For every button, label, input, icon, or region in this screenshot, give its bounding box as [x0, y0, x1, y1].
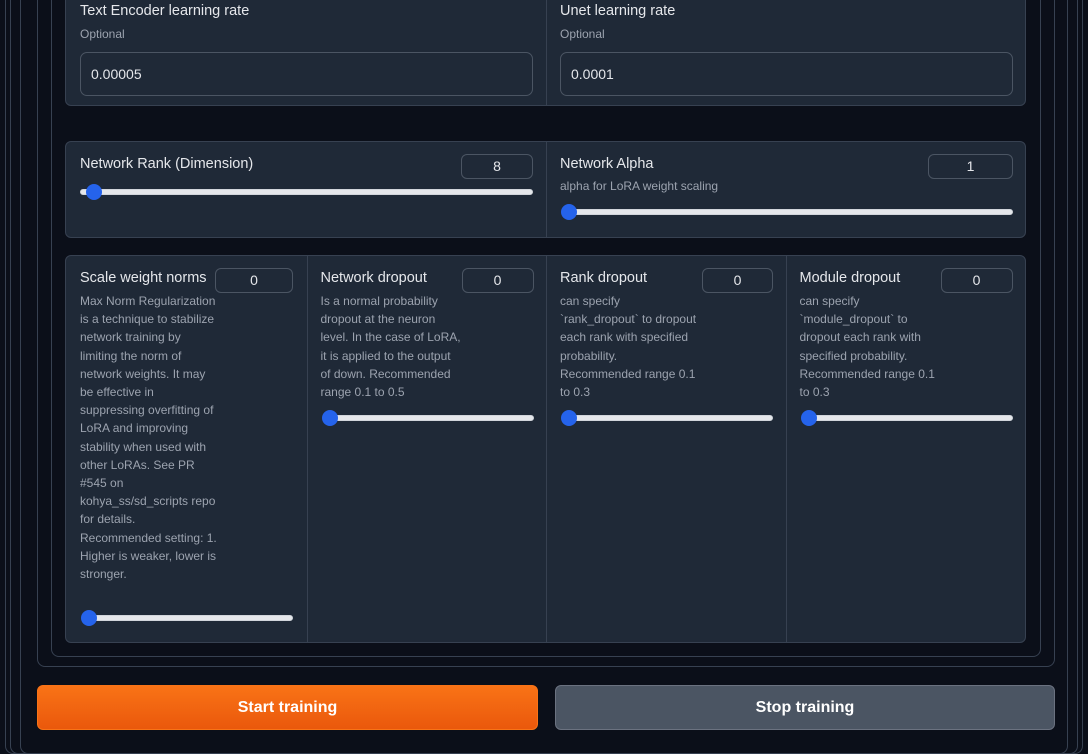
slider-thumb[interactable]: [561, 410, 577, 426]
scale-weight-norms-number-input[interactable]: 0: [215, 268, 293, 293]
module-dropout-field: Module dropout 0 can specify `module_dro…: [785, 256, 1026, 642]
network-dropout-number-input[interactable]: 0: [461, 268, 534, 293]
network-alpha-field: Network Alpha alpha for LoRA weight scal…: [546, 142, 1025, 237]
module-dropout-number-input[interactable]: 0: [940, 268, 1013, 293]
slider-thumb[interactable]: [800, 410, 817, 426]
network-alpha-slider[interactable]: [561, 204, 1013, 220]
network-dropout-label: Network dropout: [320, 270, 427, 286]
network-rank-field: Network Rank (Dimension) 8: [66, 142, 546, 237]
network-panel: Network Rank (Dimension) 8 Network Alpha…: [65, 141, 1026, 238]
learning-rate-panel: Text Encoder learning rate Optional 0.00…: [65, 0, 1026, 106]
text-encoder-lr-field: Text Encoder learning rate Optional 0.00…: [66, 0, 546, 105]
network-dropout-slider[interactable]: [321, 410, 534, 426]
start-training-button[interactable]: Start training: [37, 685, 538, 730]
rank-dropout-slider[interactable]: [561, 410, 773, 426]
slider-thumb[interactable]: [81, 610, 97, 626]
network-dropout-field: Network dropout 0 Is a normal probabilit…: [306, 256, 547, 642]
network-alpha-label: Network Alpha: [560, 156, 654, 172]
slider-thumb[interactable]: [321, 410, 338, 426]
rank-dropout-info: can specify `rank_dropout` to dropout ea…: [560, 294, 697, 400]
unet-lr-field: Unet learning rate Optional 0.0001: [546, 0, 1025, 105]
module-dropout-slider[interactable]: [800, 410, 1013, 426]
network-dropout-info: Is a normal probability dropout at the n…: [320, 294, 461, 400]
slider-thumb[interactable]: [561, 204, 577, 220]
rank-dropout-number-input[interactable]: 0: [702, 268, 773, 293]
unet-lr-input[interactable]: 0.0001: [560, 52, 1013, 96]
scale-weight-norms-slider[interactable]: [81, 610, 293, 626]
dropout-panel: Scale weight norms 0 Max Norm Regulariza…: [65, 255, 1026, 643]
text-encoder-lr-input[interactable]: 0.00005: [80, 52, 533, 96]
rank-dropout-label: Rank dropout: [560, 270, 648, 286]
network-alpha-number-input[interactable]: 1: [928, 154, 1013, 179]
network-rank-number-input[interactable]: 8: [461, 154, 533, 179]
scale-weight-norms-info: Max Norm Regularization is a technique t…: [80, 294, 217, 582]
stop-training-button[interactable]: Stop training: [555, 685, 1055, 730]
network-alpha-info: alpha for LoRA weight scaling: [560, 179, 719, 193]
text-encoder-lr-info: Optional: [80, 27, 125, 41]
network-rank-label: Network Rank (Dimension): [80, 156, 254, 172]
network-rank-slider[interactable]: [80, 184, 533, 200]
text-encoder-lr-label: Text Encoder learning rate: [80, 3, 250, 19]
slider-thumb[interactable]: [86, 184, 103, 200]
rank-dropout-field: Rank dropout 0 can specify `rank_dropout…: [546, 256, 786, 642]
module-dropout-label: Module dropout: [799, 270, 901, 286]
module-dropout-info: can specify `module_dropout` to dropout …: [799, 294, 935, 400]
unet-lr-label: Unet learning rate: [560, 3, 676, 19]
scale-weight-norms-field: Scale weight norms 0 Max Norm Regulariza…: [66, 256, 307, 642]
unet-lr-info: Optional: [560, 27, 605, 41]
scale-weight-norms-label: Scale weight norms: [80, 270, 207, 286]
